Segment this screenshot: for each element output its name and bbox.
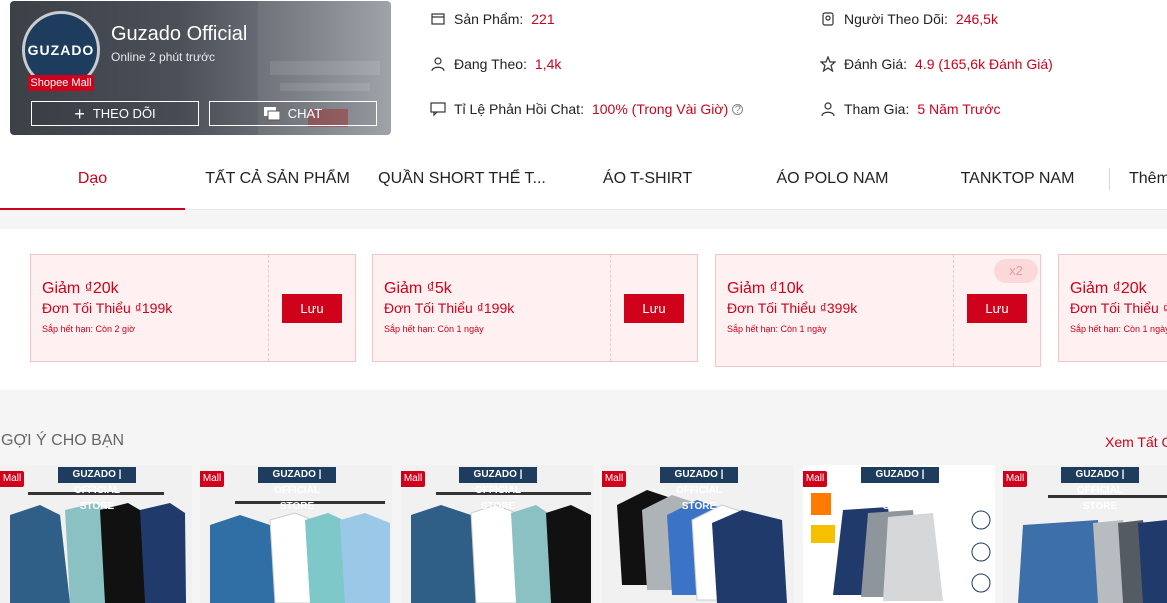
voucher-min-order: Đơn Tối Thiểu ₫: [1070, 300, 1167, 316]
person-icon: [431, 57, 445, 72]
voucher-title: Giảm ₫5k: [384, 280, 452, 297]
stat-products: Sản Phẩm: 221: [430, 11, 555, 27]
voucher-card: x2 Giảm ₫10k Đơn Tối Thiểu ₫399k Sắp hết…: [715, 254, 1041, 367]
stat-rating: Đánh Giá: 4.9 (165,6k Đánh Giá): [820, 56, 1053, 72]
voucher-title: Giảm ₫10k: [727, 280, 804, 297]
tab-divider: [1109, 168, 1110, 190]
stat-label: Đánh Giá:: [844, 56, 908, 72]
stat-label: Sản Phẩm:: [454, 11, 524, 27]
tab-tanktop[interactable]: TANKTOP NAM: [955, 148, 1080, 210]
product-card[interactable]: Mall GUZADO | OFFICIAL STORE: [1003, 465, 1167, 603]
shop-name: Guzado Official: [111, 23, 248, 45]
shop-header: GUZADO Shopee Mall Guzado Official Onlin…: [0, 0, 1167, 148]
suggestions-title: GỢI Ý CHO BẠN: [1, 432, 125, 449]
tab-all-products[interactable]: TẤT CẢ SẢN PHẨM: [200, 148, 355, 210]
mall-badge: Mall: [602, 471, 626, 487]
tab-polo[interactable]: ÁO POLO NAM: [770, 148, 895, 210]
voucher-title: Giảm ₫20k: [42, 280, 119, 297]
stat-value: 5 Năm Trước: [917, 101, 1001, 117]
voucher-section: Giảm ₫20k Đơn Tối Thiểu ₫199k Sắp hết hạ…: [0, 229, 1167, 390]
voucher-title: Giảm ₫20k: [1070, 280, 1147, 297]
brand-label: GUZADO | OFFICIAL STORE: [58, 467, 136, 512]
save-voucher-button[interactable]: Lưu: [967, 294, 1027, 323]
mall-badge: Mall: [1003, 471, 1027, 487]
chat-bubble-icon: [430, 102, 446, 117]
stat-value: 1,4k: [534, 56, 562, 72]
voucher-min-order: Đơn Tối Thiểu ₫399k: [727, 300, 858, 316]
product-card[interactable]: Mall GUZADO | OFFICIAL STORE: [602, 465, 794, 603]
stat-value: 246,5k: [955, 11, 998, 27]
tab-more[interactable]: Thêm: [1129, 148, 1167, 210]
brand-label: GUZADO | OFFICIAL STORE: [660, 467, 738, 512]
tab-dao[interactable]: Dạo: [0, 148, 185, 210]
mall-badge: Mall: [0, 471, 24, 487]
product-card[interactable]: Mall GUZADO | OFFICIAL STORE: [803, 465, 995, 603]
shopee-mall-badge: Shopee Mall: [28, 75, 94, 91]
mall-badge: Mall: [401, 471, 425, 487]
shop-card: GUZADO Shopee Mall Guzado Official Onlin…: [10, 1, 391, 135]
stat-value: 221: [531, 11, 555, 27]
mall-badge: Mall: [803, 471, 827, 487]
stat-label: Tham Gia:: [844, 101, 910, 117]
shop-nav-tabs: Dạo TẤT CẢ SẢN PHẨM QUẦN SHORT THỂ T... …: [0, 148, 1167, 210]
stat-label: Tỉ Lệ Phản Hồi Chat:: [454, 101, 584, 117]
stat-value: 4.9 (165,6k Đánh Giá): [915, 56, 1053, 72]
stat-followers: Người Theo Dõi: 246,5k: [820, 11, 998, 27]
follow-label: THEO DÕI: [92, 106, 156, 121]
stat-chat-response: Tỉ Lệ Phản Hồi Chat: 100% (Trong Vài Giờ…: [430, 101, 744, 117]
help-icon[interactable]: ?: [732, 103, 744, 115]
voucher-card: Giảm ₫20k Đơn Tối Thiểu ₫199k Sắp hết hạ…: [30, 254, 356, 362]
chat-label: CHAT: [287, 106, 323, 121]
tab-t-shirt[interactable]: ÁO T-SHIRT: [590, 148, 705, 210]
voucher-card: Giảm ₫20k Đơn Tối Thiểu ₫ Sắp hết hạn: C…: [1058, 254, 1167, 362]
stat-following: Đang Theo: 1,4k: [430, 56, 561, 72]
stat-label: Người Theo Dõi:: [844, 11, 948, 27]
brand-label: GUZADO | OFFICIAL STORE: [861, 467, 939, 512]
voucher-expiry: Sắp hết hạn: Còn 2 giờ: [42, 324, 135, 334]
see-all-link[interactable]: Xem Tất Cả: [1105, 434, 1167, 450]
mall-badge: Mall: [200, 471, 224, 487]
plus-icon: +: [74, 103, 85, 124]
online-status: Online 2 phút trước: [111, 50, 215, 64]
chat-button[interactable]: CHAT: [209, 101, 377, 126]
voucher-min-order: Đơn Tối Thiểu ₫199k: [384, 300, 515, 316]
tab-sport-shorts[interactable]: QUẦN SHORT THỂ T...: [372, 148, 552, 210]
save-voucher-button[interactable]: Lưu: [282, 294, 342, 323]
product-card[interactable]: Mall GUZADO | OFFICIAL STORE: [0, 465, 192, 603]
voucher-expiry: Sắp hết hạn: Còn 1 ngày: [1070, 324, 1167, 334]
stat-label: Đang Theo:: [454, 56, 527, 72]
stat-value: 100% (Trong Vài Giờ): [591, 101, 729, 117]
avatar-logo-text: GUZADO: [27, 42, 95, 58]
voucher-card: Giảm ₫5k Đơn Tối Thiểu ₫199k Sắp hết hạn…: [372, 254, 698, 362]
stat-joined: Tham Gia: 5 Năm Trước: [820, 101, 1000, 117]
followers-icon: [822, 12, 834, 26]
brand-label: GUZADO | OFFICIAL STORE: [1061, 467, 1139, 512]
save-voucher-button[interactable]: Lưu: [624, 294, 684, 323]
follow-button[interactable]: + THEO DÕI: [31, 101, 199, 126]
brand-label: GUZADO | OFFICIAL STORE: [459, 467, 537, 512]
person-icon: [821, 102, 835, 117]
product-card[interactable]: Mall GUZADO | OFFICIAL STORE: [401, 465, 593, 603]
voucher-min-order: Đơn Tối Thiểu ₫199k: [42, 300, 173, 316]
voucher-quantity-badge: x2: [994, 259, 1038, 283]
voucher-expiry: Sắp hết hạn: Còn 1 ngày: [727, 324, 827, 334]
brand-label: GUZADO | OFFICIAL STORE: [258, 467, 336, 512]
chat-icon: [263, 106, 280, 120]
product-card[interactable]: Mall GUZADO | OFFICIAL STORE: [200, 465, 392, 603]
store-icon: [431, 13, 445, 25]
star-icon: [820, 56, 836, 72]
voucher-expiry: Sắp hết hạn: Còn 1 ngày: [384, 324, 484, 334]
